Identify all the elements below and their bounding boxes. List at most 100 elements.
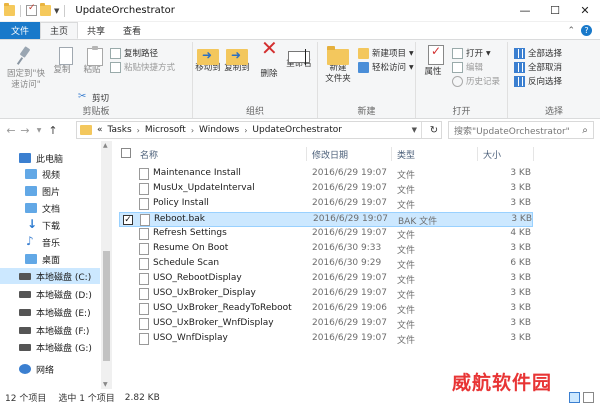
table-row[interactable]: USO_UxBroker_ReadyToReboot 2016/6/29 19:0…: [119, 302, 533, 317]
breadcrumb-item[interactable]: Windows: [199, 125, 239, 135]
copy-path-button[interactable]: 复制路径: [110, 47, 158, 59]
up-arrow-icon[interactable]: ↑: [46, 124, 60, 137]
new-folder-button[interactable]: 新建 文件夹: [320, 45, 356, 85]
open-button[interactable]: 打开 ▼: [452, 47, 491, 59]
nav-item-drive-c[interactable]: 本地磁盘 (C:): [0, 268, 100, 284]
nav-item-network[interactable]: 网络: [0, 361, 100, 377]
maximize-button[interactable]: ☐: [540, 0, 570, 22]
tab-file[interactable]: 文件: [0, 22, 40, 39]
address-bar[interactable]: « Tasks › Microsoft › Windows › UpdateOr…: [76, 121, 442, 139]
table-row[interactable]: Maintenance Install 2016/6/29 19:07 文件 3 KB: [119, 167, 533, 182]
rename-button[interactable]: 重命名: [283, 45, 315, 70]
tab-view[interactable]: 查看: [114, 22, 150, 39]
history-button[interactable]: 历史记录: [452, 75, 500, 87]
nav-item-downloads[interactable]: 下载: [0, 217, 100, 233]
search-icon[interactable]: ⌕: [577, 125, 593, 136]
breadcrumb-chevron-icon[interactable]: ›: [191, 126, 194, 135]
select-all-button[interactable]: 全部选择: [514, 47, 562, 59]
nav-item-drive-d[interactable]: 本地磁盘 (D:): [0, 286, 100, 302]
nav-scroll-thumb[interactable]: [103, 251, 110, 361]
nav-item-drive-e[interactable]: 本地磁盘 (E:): [0, 304, 100, 320]
breadcrumb-item-current[interactable]: UpdateOrchestrator: [252, 125, 342, 135]
nav-scrollbar[interactable]: ▲ ▼: [101, 141, 112, 389]
delete-button[interactable]: 删除: [256, 43, 282, 80]
table-row[interactable]: USO_UxBroker_WnfDisplay 2016/6/29 19:07 文件…: [119, 317, 533, 332]
tab-home[interactable]: 主页: [40, 22, 79, 39]
nav-item-pictures[interactable]: 图片: [0, 183, 100, 199]
open-label: 打开: [466, 49, 484, 59]
large-icons-view-icon[interactable]: [583, 392, 594, 403]
file-date: 2016/6/29 19:07: [312, 228, 387, 238]
breadcrumb-item[interactable]: Microsoft: [145, 125, 186, 135]
table-row[interactable]: USO_UxBroker_Display 2016/6/29 19:07 文件 3 K…: [119, 287, 533, 302]
nav-item-this-pc[interactable]: 此电脑: [0, 150, 100, 166]
customize-toolbar-chevron-icon[interactable]: ▼: [54, 7, 59, 15]
forward-arrow-icon[interactable]: →: [18, 124, 32, 137]
column-header-name[interactable]: 名称: [140, 145, 158, 163]
properties-icon[interactable]: [26, 3, 37, 16]
new-item-button[interactable]: 新建项目 ▼: [358, 47, 414, 59]
breadcrumb-chevron-icon[interactable]: ›: [244, 126, 247, 135]
nav-item-drive-f[interactable]: 本地磁盘 (F:): [0, 322, 100, 338]
address-history-chevron-icon[interactable]: ▼: [412, 122, 422, 138]
easy-access-button[interactable]: 轻松访问 ▼: [358, 61, 414, 73]
column-header-size[interactable]: 大小: [483, 145, 501, 163]
table-row[interactable]: USO_RebootDisplay 2016/6/29 19:07 文件 3 KB: [119, 272, 533, 287]
nav-item-documents[interactable]: 文档: [0, 200, 100, 216]
open-icon: [452, 47, 463, 59]
column-header-type[interactable]: 类型: [397, 145, 415, 163]
row-checkbox[interactable]: ✓: [123, 215, 133, 225]
table-row[interactable]: Policy Install 2016/6/29 19:07 文件 3 KB: [119, 197, 533, 212]
copy-to-button[interactable]: 复制到: [222, 45, 252, 74]
table-row[interactable]: Schedule Scan 2016/6/30 9:29 文件 6 KB: [119, 257, 533, 272]
properties-button[interactable]: 属性: [420, 45, 446, 78]
nav-item-desktop[interactable]: 桌面: [0, 251, 100, 267]
address-row: ← → ▼ ↑ « Tasks › Microsoft › Windows › …: [0, 119, 600, 141]
invert-selection-button[interactable]: 反向选择: [514, 75, 562, 87]
paste-button[interactable]: 粘贴: [78, 45, 106, 76]
breadcrumb-overflow[interactable]: «: [97, 125, 103, 135]
file-type: 文件: [397, 276, 416, 286]
file-type: 文件: [397, 246, 416, 256]
file-icon: [139, 228, 149, 240]
table-row[interactable]: ✓ Reboot.bak 2016/6/29 19:07 BAK 文件 3 KB: [119, 212, 533, 227]
nav-item-videos[interactable]: 视频: [0, 166, 100, 182]
close-button[interactable]: ✕: [570, 0, 600, 22]
help-icon[interactable]: ?: [581, 25, 592, 36]
search-input[interactable]: 搜索"UpdateOrchestrator" ⌕: [448, 121, 594, 139]
select-all-checkbox[interactable]: [121, 148, 131, 158]
pin-quick-access-button[interactable]: 固定到"快 速访问": [4, 45, 48, 91]
scroll-up-arrow-icon[interactable]: ▲: [103, 142, 108, 149]
table-row[interactable]: USO_WnfDisplay 2016/6/29 19:07 文件 3 KB: [119, 332, 533, 347]
collapse-ribbon-chevron-icon[interactable]: ⌃: [567, 26, 575, 36]
select-none-button[interactable]: 全部取消: [514, 61, 562, 73]
file-size: 3 KB: [510, 243, 531, 253]
refresh-icon[interactable]: ↻: [427, 125, 441, 136]
clipboard-icon: [87, 46, 103, 66]
column-header-date[interactable]: 修改日期: [312, 145, 348, 163]
properties-label: 属性: [424, 67, 442, 77]
minimize-button[interactable]: —: [510, 0, 540, 22]
breadcrumb-chevron-icon[interactable]: ›: [137, 126, 140, 135]
file-name: USO_RebootDisplay: [153, 273, 242, 283]
paste-shortcut-button[interactable]: 粘贴快捷方式: [110, 61, 175, 73]
breadcrumb-item[interactable]: Tasks: [108, 125, 132, 135]
move-to-button[interactable]: 移动到: [193, 45, 223, 74]
new-folder-icon[interactable]: [40, 3, 51, 16]
scroll-down-arrow-icon[interactable]: ▼: [103, 381, 108, 388]
tab-share[interactable]: 共享: [78, 22, 114, 39]
copy-button[interactable]: 复制: [48, 45, 76, 76]
table-row[interactable]: Refresh Settings 2016/6/29 19:07 文件 4 KB: [119, 227, 533, 242]
table-row[interactable]: MusUx_UpdateInterval 2016/6/29 19:07 文件 3 K…: [119, 182, 533, 197]
cut-button[interactable]: ✂ 剪切: [78, 91, 109, 105]
edit-button[interactable]: 编辑: [452, 61, 483, 73]
file-date: 2016/6/30 9:29: [312, 258, 382, 268]
file-name: Refresh Settings: [153, 228, 227, 238]
nav-item-music[interactable]: 音乐: [0, 234, 100, 250]
drive-icon: [19, 343, 31, 351]
table-row[interactable]: Resume On Boot 2016/6/30 9:33 文件 3 KB: [119, 242, 533, 257]
back-arrow-icon[interactable]: ←: [4, 124, 18, 137]
nav-item-drive-g[interactable]: 本地磁盘 (G:): [0, 339, 100, 355]
details-view-icon[interactable]: [569, 392, 580, 403]
recent-chevron-down-icon[interactable]: ▼: [32, 127, 46, 134]
